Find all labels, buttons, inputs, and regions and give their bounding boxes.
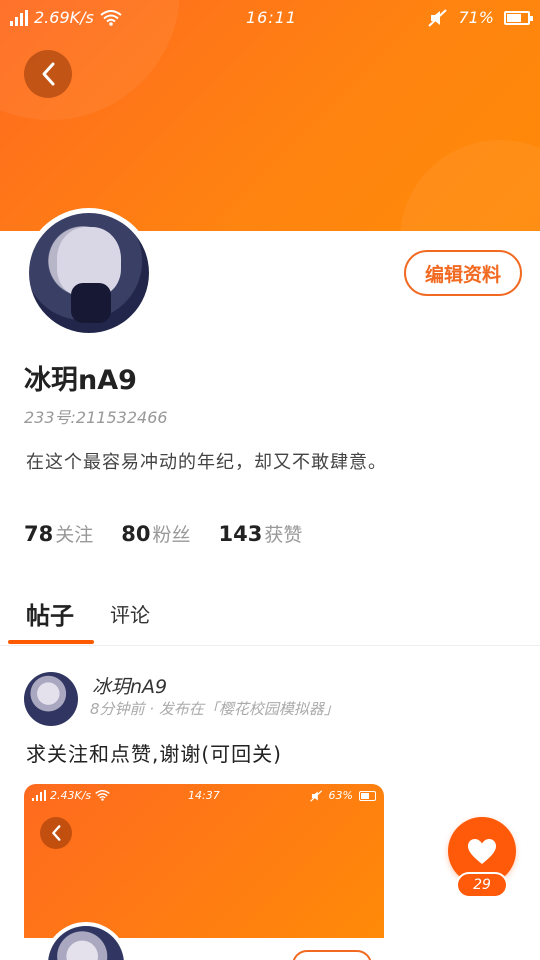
avatar[interactable]	[24, 208, 154, 338]
header-decoration	[400, 140, 540, 231]
battery-icon	[504, 10, 533, 25]
battery-icon	[359, 790, 376, 801]
post-author-avatar[interactable]	[24, 672, 78, 726]
stat-number: 143	[218, 522, 263, 546]
chevron-left-icon	[42, 62, 55, 86]
mute-icon	[428, 8, 448, 27]
post-image-header: 2.43K/s 14:37 63%	[24, 784, 384, 938]
like-count: 29	[456, 872, 508, 898]
stat-number: 80	[121, 522, 151, 546]
status-left: 2.69K/s	[10, 8, 122, 27]
clock: 14:37	[188, 789, 220, 802]
edit-profile-button[interactable]: 编辑资料	[404, 250, 522, 296]
username: 冰玥nA9	[24, 365, 137, 396]
back-button[interactable]	[24, 50, 72, 98]
mute-icon	[309, 789, 322, 802]
status-right: 71%	[428, 8, 533, 27]
stat-label: 粉丝	[152, 524, 191, 546]
post-meta: 8分钟前 · 发布在「樱花校园模拟器」	[90, 700, 339, 718]
heart-icon	[468, 838, 496, 864]
chevron-left-icon	[52, 825, 61, 841]
network-speed: 2.69K/s	[34, 8, 94, 27]
post-text[interactable]: 求关注和点赞,谢谢(可回关)	[26, 738, 282, 767]
stats-row: 78 关注 80 粉丝 143 获赞	[24, 520, 302, 547]
post-image-back-button	[40, 817, 72, 849]
post-author-name[interactable]: 冰玥nA9	[92, 672, 167, 699]
tab-comments[interactable]: 评论	[110, 599, 150, 628]
user-id: 233号:211532466	[24, 408, 168, 427]
wifi-icon	[95, 790, 110, 801]
avatar-image	[29, 213, 149, 333]
battery-percent: 63%	[328, 789, 353, 802]
stat-following[interactable]: 78 关注	[24, 520, 93, 547]
stat-number: 78	[24, 522, 54, 546]
post-image-edit-button	[292, 950, 372, 960]
status-bar: 2.69K/s 16:11 71%	[0, 0, 540, 36]
post-image-status-right: 63%	[309, 789, 376, 802]
profile-header: 2.69K/s 16:11 71%	[0, 0, 540, 231]
post-image[interactable]: 2.43K/s 14:37 63%	[24, 784, 384, 960]
stat-label: 获赞	[264, 524, 303, 546]
bio: 在这个最容易冲动的年纪，却又不敢肆意。	[26, 452, 387, 473]
signal-icon	[10, 9, 28, 26]
stat-followers[interactable]: 80 粉丝	[121, 520, 190, 547]
tab-bar: 帖子 评论	[0, 590, 540, 646]
post-image-status-bar: 2.43K/s 14:37 63%	[24, 784, 384, 808]
signal-icon	[32, 790, 46, 801]
wifi-icon	[100, 9, 122, 26]
battery-percent: 71%	[458, 8, 494, 27]
tab-indicator	[8, 640, 94, 644]
post-image-status-left: 2.43K/s	[32, 789, 110, 802]
stat-label: 关注	[55, 524, 94, 546]
network-speed: 2.43K/s	[50, 789, 92, 802]
tab-posts[interactable]: 帖子	[26, 596, 74, 631]
stat-likes[interactable]: 143 获赞	[219, 520, 303, 547]
clock: 16:11	[246, 8, 298, 27]
